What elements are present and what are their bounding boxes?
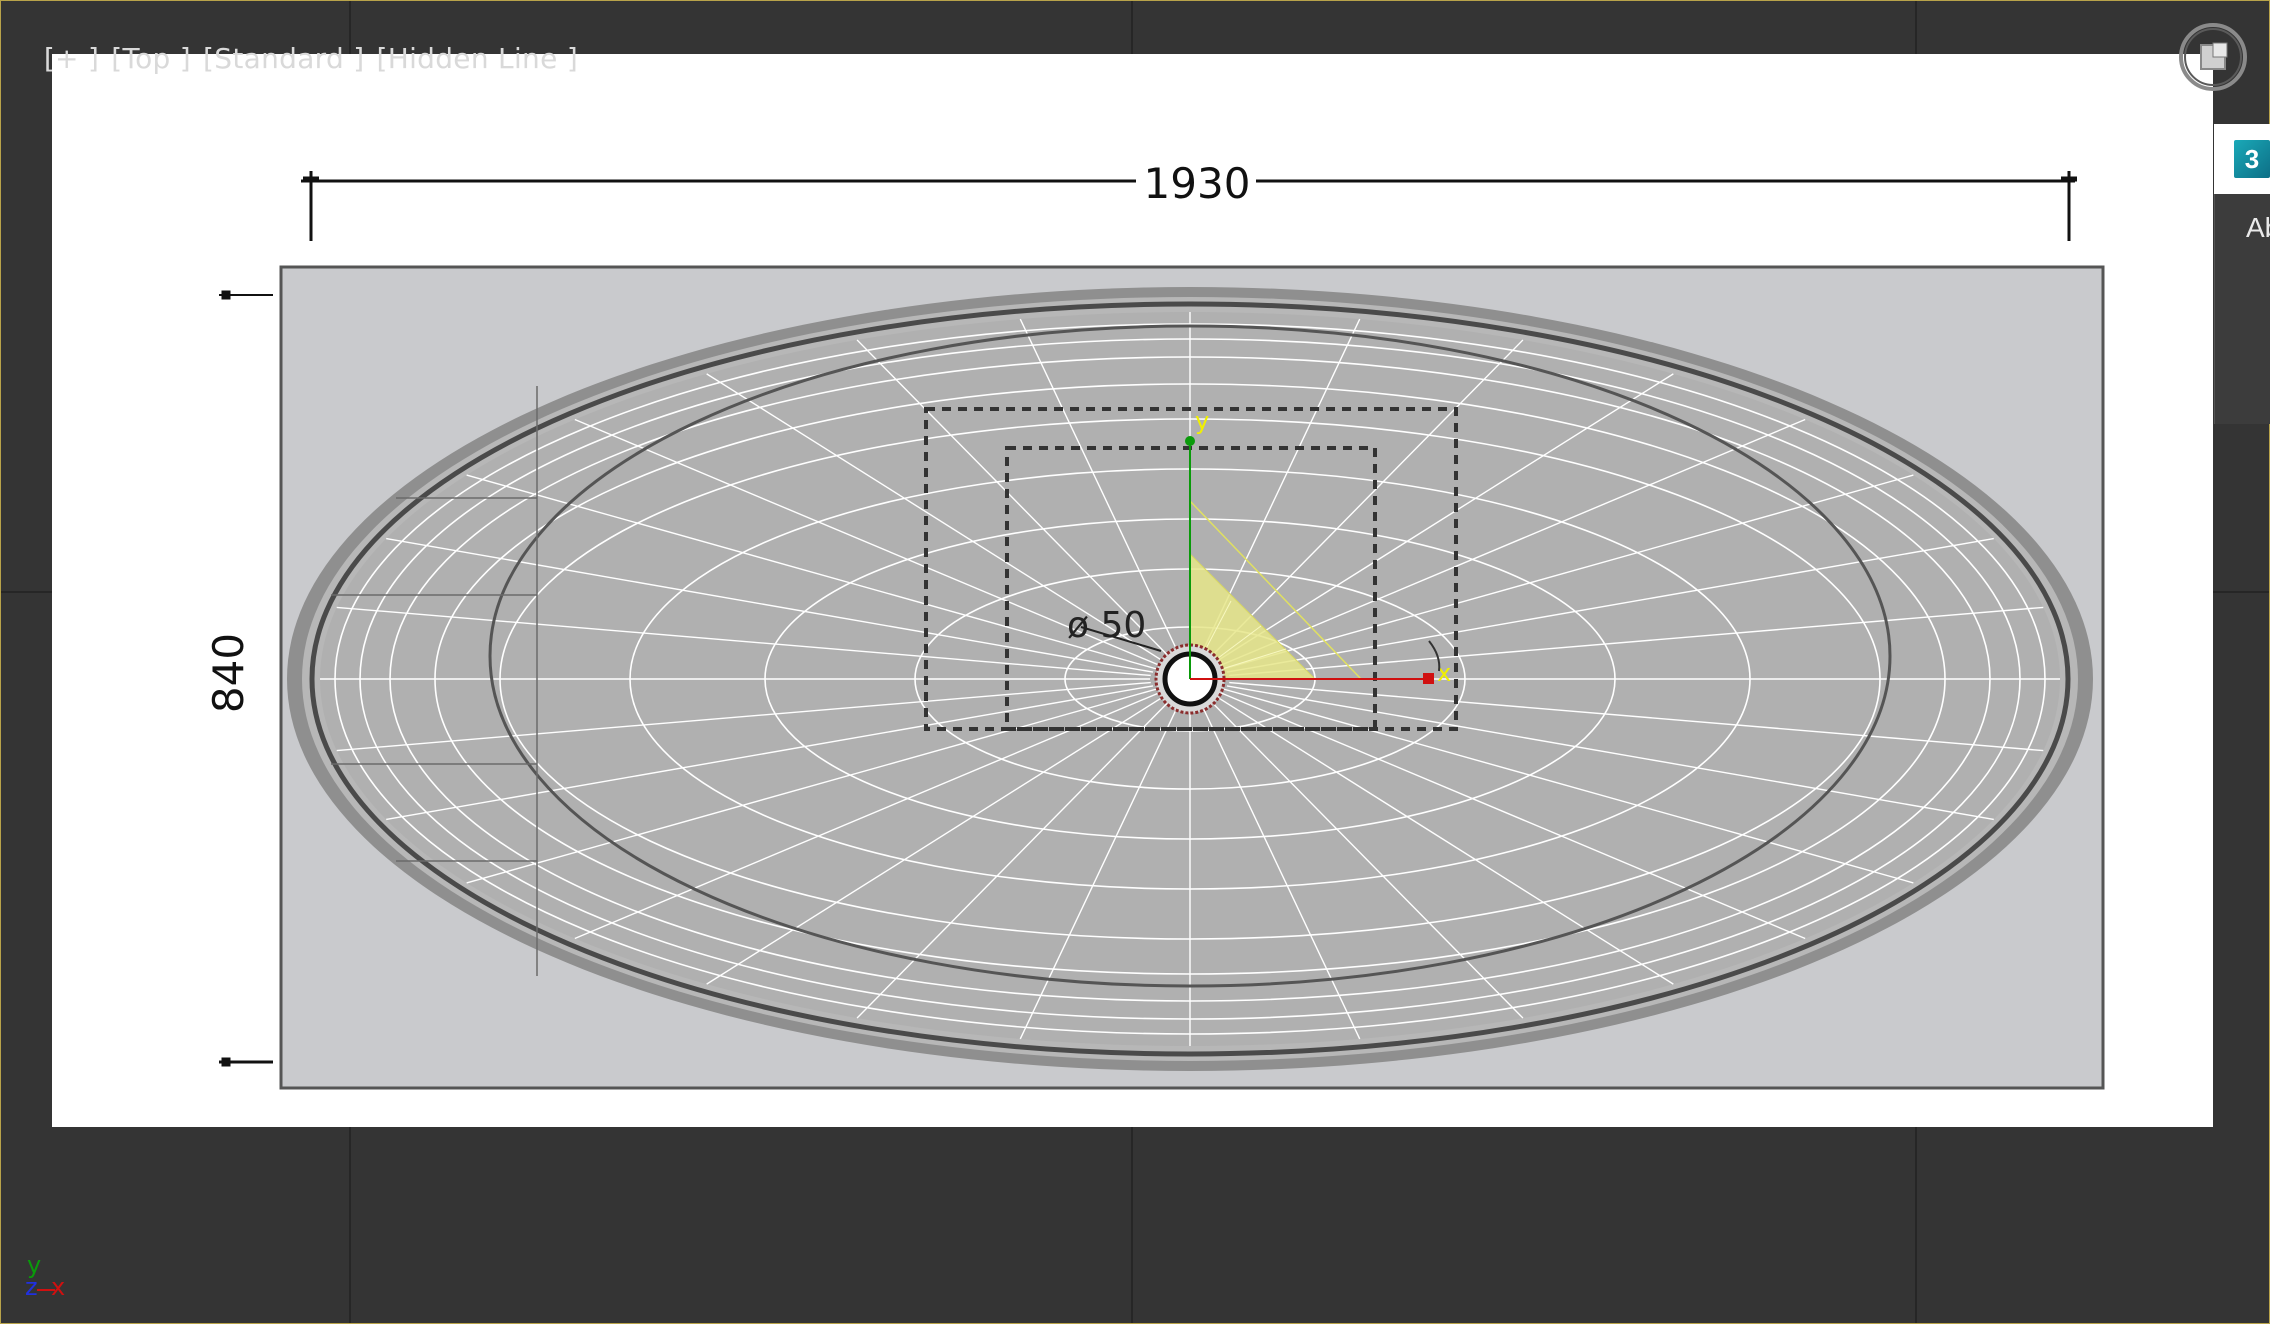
- viewport-top[interactable]: 1930 840 ø 50 y x [+] [Top] [Standard …: [0, 0, 2270, 1324]
- gizmo-y-handle[interactable]: [1185, 436, 1195, 446]
- drain-diameter-label: ø 50: [1067, 605, 1146, 646]
- tripod-x-line: [37, 1289, 55, 1291]
- width-dimension-text: 1930: [1144, 159, 1251, 208]
- tripod-z-label: z: [25, 1273, 38, 1301]
- gizmo-y-label: y: [1195, 407, 1209, 435]
- gizmo-x-handle[interactable]: [1423, 673, 1434, 684]
- viewport-label: [+ ] [Top ] [Standard ] [Hidden Line ]: [7, 9, 578, 108]
- viewcube[interactable]: [2177, 21, 2249, 93]
- height-dimension-text: 840: [204, 633, 253, 713]
- tripod-x-label: x: [51, 1273, 66, 1301]
- side-panel-text: Ab: [2246, 212, 2270, 243]
- axis-tripod: y z x: [23, 1251, 83, 1311]
- viewport-menu-button[interactable]: [+ ]: [44, 42, 99, 75]
- side-logo-area: 3: [2214, 124, 2270, 194]
- viewport-mode-button[interactable]: [Standard ]: [203, 42, 364, 75]
- reference-drawing: 1930 840 ø 50 y x: [52, 54, 2213, 1127]
- viewport-view-button[interactable]: [Top ]: [111, 42, 191, 75]
- viewport-shading-button[interactable]: [Hidden Line ]: [376, 42, 578, 75]
- app-logo-icon[interactable]: 3: [2234, 140, 2270, 178]
